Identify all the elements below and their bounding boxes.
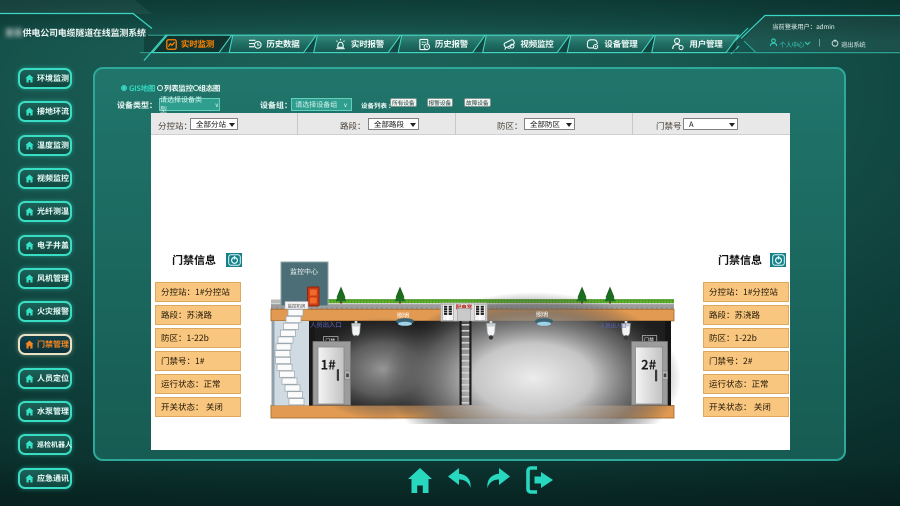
svg-text:监控中心: 监控中心 — [290, 267, 318, 277]
svg-text:2#: 2# — [641, 355, 657, 374]
svg-text:监控机房: 监控机房 — [288, 303, 306, 309]
svg-text:照明: 照明 — [397, 311, 409, 320]
svg-text:人员出入口: 人员出入口 — [310, 319, 342, 329]
svg-text:1#: 1# — [321, 355, 337, 374]
svg-text:照明: 照明 — [536, 310, 548, 319]
svg-text:人员出入口: 人员出入口 — [600, 322, 627, 330]
